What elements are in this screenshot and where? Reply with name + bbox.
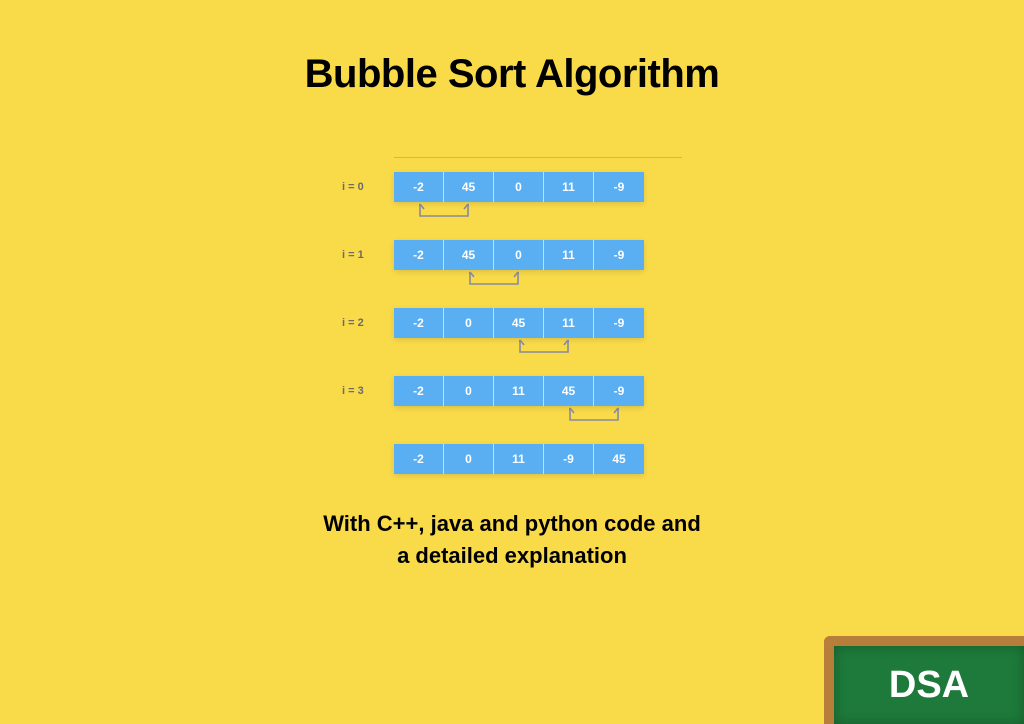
array-row: i = 1-245011-9 bbox=[342, 240, 682, 270]
array-row: i = 0-245011-9 bbox=[342, 172, 682, 202]
array-cell: -9 bbox=[594, 376, 644, 406]
array-cell: 45 bbox=[544, 376, 594, 406]
array-cell: 11 bbox=[494, 376, 544, 406]
subtitle-line2: a detailed explanation bbox=[397, 543, 627, 568]
swap-arrow-icon bbox=[569, 406, 619, 428]
array-cell: 0 bbox=[444, 376, 494, 406]
iteration-label: i = 0 bbox=[342, 181, 394, 193]
array-cell: 11 bbox=[544, 240, 594, 270]
array-cell: 0 bbox=[444, 308, 494, 338]
iteration-label: i = 2 bbox=[342, 317, 394, 329]
iteration-label: i = 1 bbox=[342, 249, 394, 261]
array-cell: -2 bbox=[394, 308, 444, 338]
array-cell: -9 bbox=[594, 240, 644, 270]
array-row: i = 3-201145-9 bbox=[342, 376, 682, 406]
array-cell: 45 bbox=[594, 444, 644, 474]
array-cell: -9 bbox=[544, 444, 594, 474]
array-cell: 45 bbox=[444, 172, 494, 202]
array-cells: -245011-9 bbox=[394, 172, 644, 202]
array-cells: -2011-945 bbox=[394, 444, 644, 474]
array-cell: 11 bbox=[544, 308, 594, 338]
array-cells: -201145-9 bbox=[394, 376, 644, 406]
bubble-sort-diagram: i = 0-245011-9i = 1-245011-9i = 2-204511… bbox=[342, 157, 682, 474]
divider bbox=[394, 157, 682, 158]
array-row: i = 2-204511-9 bbox=[342, 308, 682, 338]
array-cell: -9 bbox=[594, 308, 644, 338]
array-cell: -2 bbox=[394, 444, 444, 474]
array-cell: -2 bbox=[394, 240, 444, 270]
array-cell: 0 bbox=[494, 240, 544, 270]
swap-arrow-icon bbox=[419, 202, 469, 224]
array-cell: 11 bbox=[544, 172, 594, 202]
array-cell: 45 bbox=[444, 240, 494, 270]
page-title: Bubble Sort Algorithm bbox=[0, 0, 1024, 97]
subtitle-line1: With C++, java and python code and bbox=[323, 511, 701, 536]
array-cells: -245011-9 bbox=[394, 240, 644, 270]
array-cells: -204511-9 bbox=[394, 308, 644, 338]
subtitle: With C++, java and python code and a det… bbox=[0, 508, 1024, 572]
array-cell: 0 bbox=[494, 172, 544, 202]
iteration-label: i = 3 bbox=[342, 385, 394, 397]
swap-arrow-icon bbox=[469, 270, 519, 292]
array-cell: 0 bbox=[444, 444, 494, 474]
array-cell: -2 bbox=[394, 172, 444, 202]
badge-label: DSA bbox=[889, 664, 969, 707]
array-cell: -2 bbox=[394, 376, 444, 406]
dsa-badge: DSA bbox=[824, 636, 1024, 724]
array-cell: 11 bbox=[494, 444, 544, 474]
array-row: -2011-945 bbox=[342, 444, 682, 474]
array-cell: -9 bbox=[594, 172, 644, 202]
array-cell: 45 bbox=[494, 308, 544, 338]
swap-arrow-icon bbox=[519, 338, 569, 360]
